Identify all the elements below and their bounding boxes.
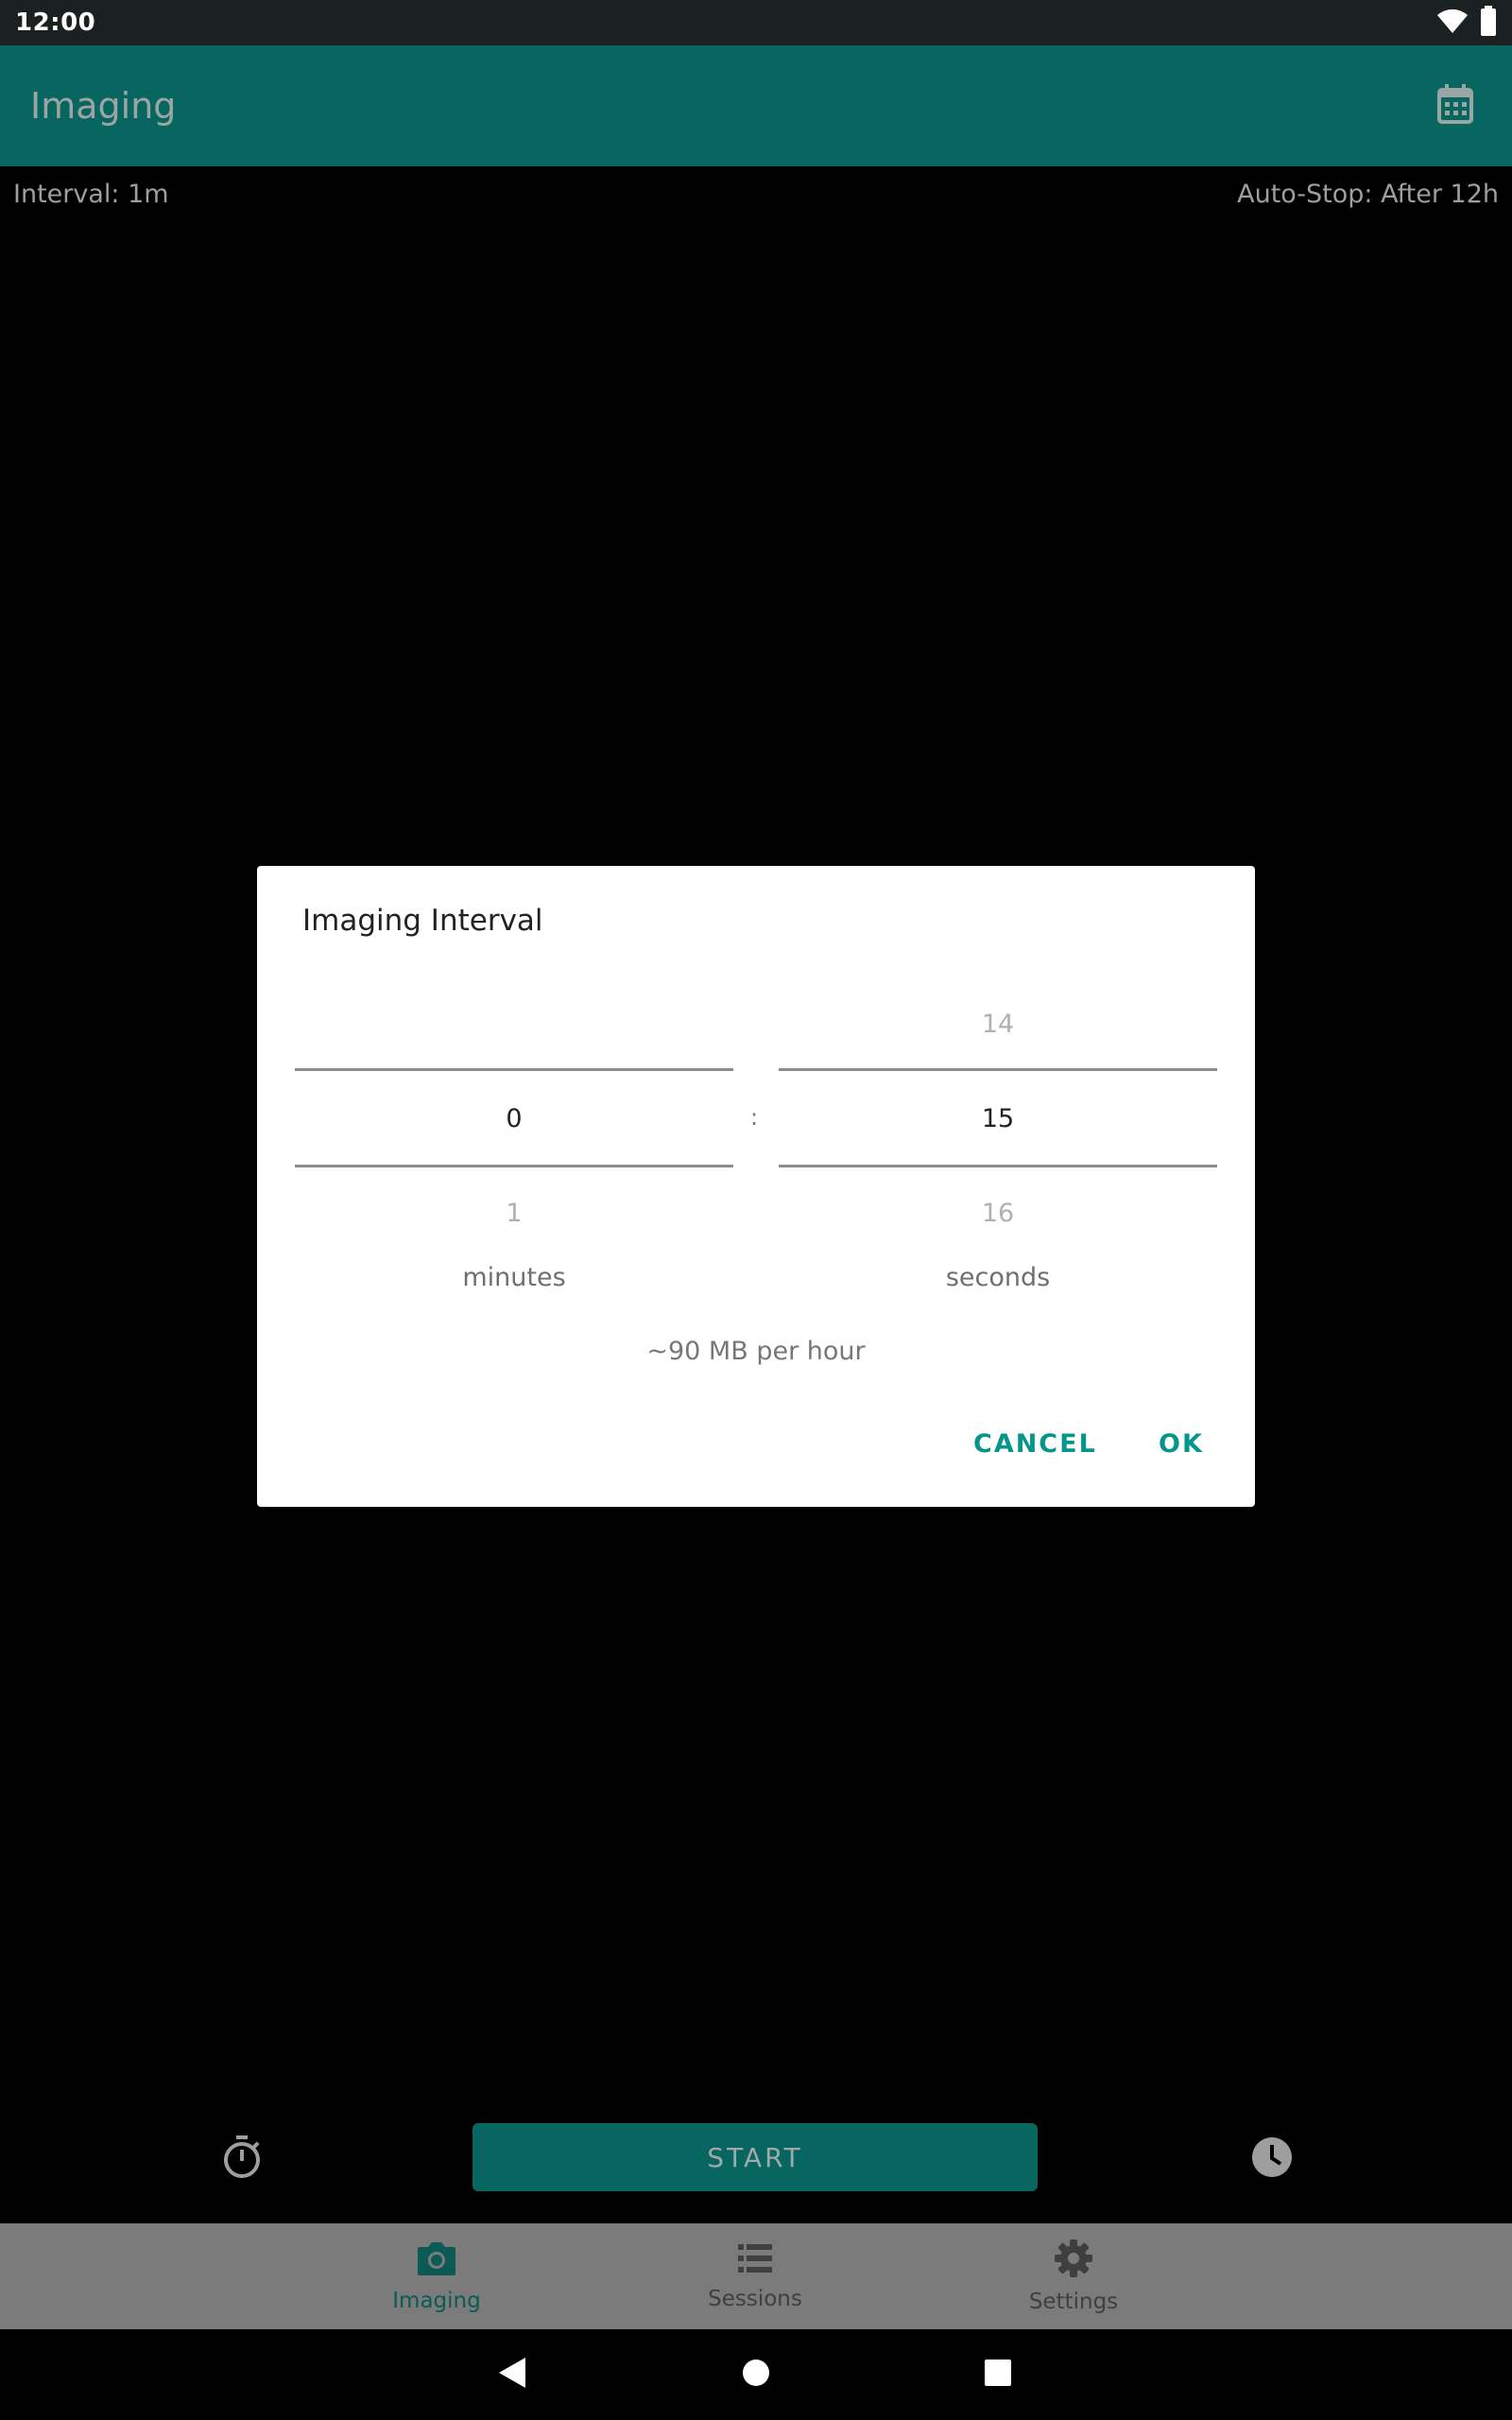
seconds-divider-bottom: [779, 1165, 1217, 1167]
cancel-button[interactable]: CANCEL: [973, 1429, 1097, 1459]
minutes-next-value[interactable]: 1: [295, 1199, 733, 1228]
minutes-current-value[interactable]: 0: [295, 1104, 733, 1133]
interval-timer-button[interactable]: [217, 2133, 266, 2182]
nav-item-settings[interactable]: Settings: [979, 2223, 1168, 2329]
nav-label-sessions: Sessions: [708, 2287, 802, 2311]
system-navigation: [0, 2329, 1512, 2420]
status-bar: 12:00: [0, 0, 1512, 45]
seconds-prev-value[interactable]: 14: [779, 1010, 1217, 1039]
ok-button[interactable]: OK: [1159, 1429, 1204, 1459]
wifi-icon: [1436, 8, 1469, 38]
app-bar: Imaging: [0, 45, 1512, 166]
calendar-icon: [1436, 83, 1474, 129]
stopwatch-icon: [217, 2135, 266, 2186]
start-button[interactable]: START: [472, 2123, 1038, 2191]
nav-item-imaging[interactable]: Imaging: [342, 2223, 531, 2329]
list-icon: [736, 2241, 774, 2287]
back-icon: [496, 2356, 528, 2394]
home-icon: [742, 2359, 770, 2391]
recents-icon: [984, 2359, 1012, 2391]
minutes-divider-bottom: [295, 1165, 733, 1167]
nav-label-settings: Settings: [1028, 2290, 1119, 2314]
storage-estimate: ~90 MB per hour: [646, 1337, 866, 1366]
home-button[interactable]: [731, 2350, 781, 2399]
clock-icon: [1246, 2137, 1298, 2187]
minutes-unit-label: minutes: [462, 1263, 566, 1292]
seconds-current-value[interactable]: 15: [779, 1104, 1217, 1133]
info-row: Interval: 1m Auto-Stop: After 12h: [0, 180, 1512, 217]
nav-item-sessions[interactable]: Sessions: [661, 2223, 850, 2329]
camera-icon: [416, 2239, 457, 2289]
dialog-title: Imaging Interval: [302, 904, 543, 938]
app-title: Imaging: [30, 85, 177, 127]
auto-stop-label[interactable]: Auto-Stop: After 12h: [1237, 180, 1499, 217]
gear-icon: [1054, 2238, 1093, 2290]
imaging-interval-dialog: Imaging Interval 0 1 minutes : 14 15 16 …: [257, 866, 1255, 1507]
status-icons: [1436, 6, 1497, 40]
nav-label-imaging: Imaging: [392, 2289, 481, 2313]
auto-stop-button[interactable]: [1246, 2131, 1298, 2184]
seconds-next-value[interactable]: 16: [779, 1199, 1217, 1228]
time-separator: :: [749, 1104, 759, 1131]
interval-label[interactable]: Interval: 1m: [13, 180, 169, 217]
minutes-divider-top: [295, 1068, 733, 1071]
seconds-divider-top: [779, 1068, 1217, 1071]
battery-icon: [1480, 6, 1497, 40]
back-button[interactable]: [488, 2350, 537, 2399]
controls-bar: START: [0, 2123, 1512, 2191]
seconds-unit-label: seconds: [945, 1263, 1051, 1292]
recents-button[interactable]: [973, 2350, 1022, 2399]
bottom-navigation: Imaging Sessions Settings: [0, 2223, 1512, 2329]
screen: 12:00 Imaging Interval: 1m Auto-Stop: Af…: [0, 0, 1512, 2420]
calendar-button[interactable]: [1429, 79, 1482, 132]
status-time: 12:00: [15, 9, 96, 37]
